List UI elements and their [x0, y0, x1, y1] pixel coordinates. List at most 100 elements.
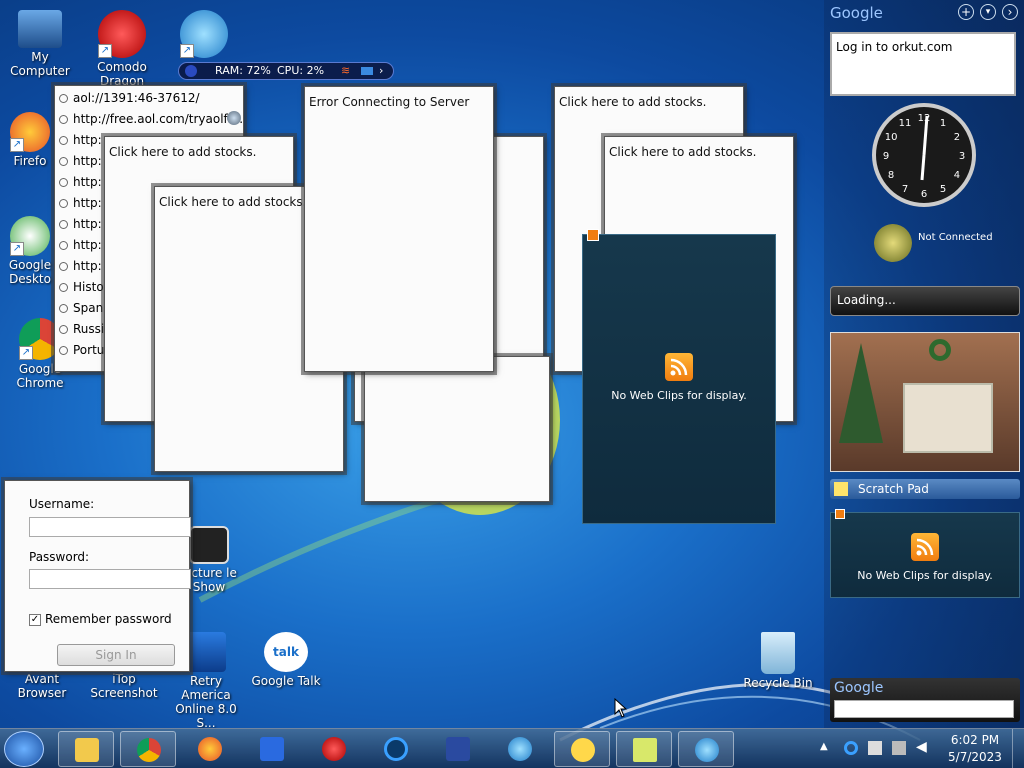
sidebar-menu-icon[interactable]: ▾	[980, 4, 996, 20]
sidebar-brand: Google	[830, 4, 883, 22]
taskbar-ccleaner-button[interactable]	[368, 731, 424, 767]
mouse-cursor-icon	[614, 698, 628, 718]
remember-label: Remember password	[45, 612, 172, 626]
taskbar-chrome-button[interactable]	[120, 731, 176, 767]
username-field[interactable]	[29, 517, 191, 537]
avant-browser-icon[interactable]: Avant Browser	[0, 672, 84, 700]
arrow-icon[interactable]: ›	[379, 63, 383, 79]
firefox-icon[interactable]: ↗ Firefo	[0, 112, 60, 168]
sidebar-collapse-icon[interactable]: ›	[1002, 4, 1018, 20]
taskbar-firefox-button[interactable]	[182, 731, 238, 767]
clock-number: 12	[918, 113, 931, 124]
side-web-clips-message: No Web Clips for display.	[857, 569, 993, 582]
taskbar-sticky-notes-button[interactable]	[616, 731, 672, 767]
taskbar-globe-button[interactable]	[492, 731, 548, 767]
taskbar-comodo-button[interactable]	[306, 731, 362, 767]
tray-flag-icon[interactable]	[868, 741, 882, 755]
clock-date[interactable]: 5/7/2023	[948, 750, 1002, 764]
aol-globe-icon	[695, 738, 719, 762]
rss-icon	[665, 353, 693, 381]
clock-number: 1	[940, 118, 946, 129]
clock-number: 3	[959, 151, 965, 162]
taskbar-avant-button[interactable]	[244, 731, 300, 767]
clock-number: 6	[921, 189, 927, 200]
retry-aol-label: Retry America Online 8.0 S...	[175, 674, 237, 730]
scratch-pad-title: Scratch Pad	[858, 482, 929, 496]
google-search-input[interactable]	[834, 700, 1014, 718]
taskbar: ▲ ◀ 6:02 PM 5/7/2023	[0, 728, 1024, 768]
add-gadget-icon[interactable]: +	[958, 4, 974, 20]
loading-text: Loading...	[837, 293, 896, 307]
ram-readout: RAM: 72%	[215, 64, 271, 77]
login-gadget[interactable]: Username: Password: ✓ Remember password …	[4, 480, 191, 672]
photo-gadget[interactable]	[830, 332, 1020, 472]
rss-icon	[911, 533, 939, 561]
clock-number: 8	[888, 170, 894, 181]
side-web-clips-gadget[interactable]: No Web Clips for display.	[830, 509, 1020, 598]
feed-badge-icon	[835, 509, 845, 519]
stocks-prompt[interactable]: Click here to add stocks.	[105, 137, 293, 167]
globe-shortcut-icon[interactable]: ↗	[164, 10, 244, 60]
christmas-tree-image	[839, 343, 883, 443]
comodo-dragon-label: Comodo Dragon	[97, 60, 147, 88]
fireplace-image	[903, 383, 993, 453]
analog-clock: 12 12 3 45 6 78 9 1011	[872, 103, 976, 207]
taskbar-screenshot-button[interactable]	[430, 731, 486, 767]
tray-network-icon[interactable]	[892, 741, 906, 755]
wifi-icon: ≋	[341, 64, 351, 77]
screenshot-tool-icon	[446, 737, 470, 761]
clock-number: 5	[940, 184, 946, 195]
tray-ccleaner-icon[interactable]	[844, 741, 858, 755]
chrome-icon	[137, 738, 161, 762]
google-search-gadget: Google	[830, 678, 1020, 722]
globe-icon	[508, 737, 532, 761]
taskbar-explorer-button[interactable]	[58, 731, 114, 767]
error-gadget[interactable]: Error Connecting to Server	[304, 86, 494, 372]
clock-time[interactable]: 6:02 PM	[948, 733, 1002, 747]
sticky-notes-icon	[633, 738, 657, 762]
error-message: Error Connecting to Server	[309, 95, 470, 109]
clock-number: 4	[954, 170, 960, 181]
google-talk-icon[interactable]: talk Google Talk	[246, 632, 326, 688]
search-brand: Google	[834, 680, 884, 696]
show-desktop-button[interactable]	[1012, 729, 1024, 768]
tray-expand-icon[interactable]: ▲	[820, 741, 828, 752]
wreath-image	[929, 339, 951, 361]
google-desktop-label: Google Deskto	[8, 258, 52, 286]
stocks-prompt[interactable]: Click here to add stocks.	[555, 87, 743, 117]
history-item[interactable]: http://free.aol.com/tryaolfr...	[55, 109, 243, 130]
password-field[interactable]	[29, 569, 191, 589]
shortcut-arrow-icon: ↗	[98, 44, 112, 58]
taskbar-yahoo-button[interactable]	[554, 731, 610, 767]
recycle-bin-icon[interactable]: Recycle Bin	[738, 632, 818, 690]
clock-number: 9	[883, 151, 889, 162]
itop-screenshot-label: iTop Screenshot	[90, 672, 158, 700]
my-computer-icon[interactable]: My Computer	[0, 10, 80, 78]
clock-number: 2	[954, 132, 960, 143]
history-item[interactable]: aol://1391:46-37612/	[55, 88, 243, 109]
note-icon	[834, 482, 848, 496]
shortcut-arrow-icon: ↗	[180, 44, 194, 58]
recycle-bin-label: Recycle Bin	[743, 676, 813, 690]
google-desktop-icon[interactable]: ↗ Google Deskto	[0, 216, 60, 286]
orkut-gadget[interactable]: Log in to orkut.com	[830, 32, 1016, 96]
tray-volume-icon[interactable]: ◀	[916, 739, 927, 755]
sun-icon	[874, 224, 912, 262]
remember-checkbox[interactable]: ✓	[29, 614, 41, 626]
start-button[interactable]	[4, 731, 44, 767]
feed-badge-icon	[587, 229, 599, 241]
comodo-dragon-icon[interactable]: ↗ Comodo Dragon	[82, 10, 162, 88]
itop-screenshot-icon[interactable]: iTop Screenshot	[84, 672, 164, 700]
avant-browser-icon	[260, 737, 284, 761]
scratch-pad-gadget[interactable]: Scratch Pad	[830, 479, 1020, 499]
my-computer-label: My Computer	[10, 50, 70, 78]
sign-in-button[interactable]: Sign In	[57, 644, 175, 666]
stocks-prompt[interactable]: Click here to add stocks.	[605, 137, 793, 167]
password-label: Password:	[29, 550, 90, 564]
system-monitor-bar: RAM: 72% CPU: 2% ≋ ›	[178, 62, 394, 80]
globe-icon	[227, 111, 241, 125]
weather-status: Not Connected	[918, 232, 993, 243]
taskbar-aol-button[interactable]	[678, 731, 734, 767]
orkut-login-link[interactable]: Log in to orkut.com	[836, 40, 952, 54]
web-clips-gadget[interactable]: No Web Clips for display.	[582, 229, 776, 524]
